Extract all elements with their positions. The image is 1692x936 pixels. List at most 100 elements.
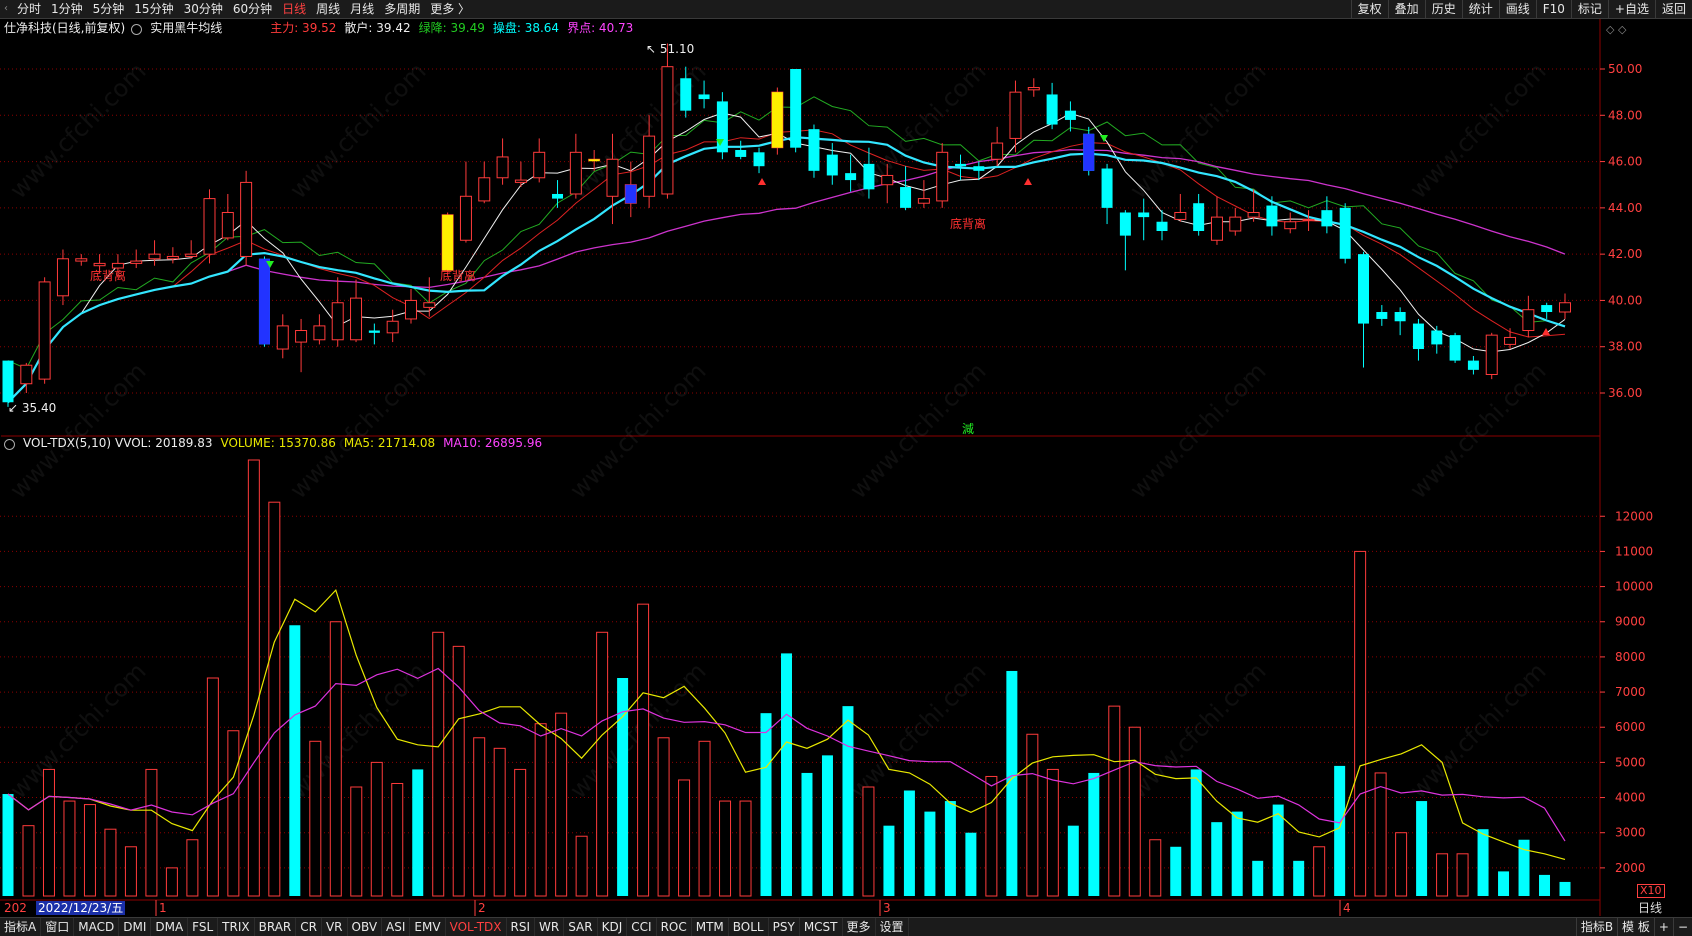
toolbar-button-3[interactable]: 统计 — [1461, 0, 1499, 18]
candle-up — [459, 195, 472, 241]
bottom-right-button-0[interactable]: 指标B — [1575, 918, 1617, 936]
bottom-right-button-3[interactable]: − — [1672, 918, 1692, 936]
candle-down — [1266, 205, 1278, 227]
candle-down — [1138, 212, 1150, 218]
candle-up — [221, 211, 234, 239]
indicator-tab-24[interactable]: 更多 — [843, 918, 876, 936]
indicator-tab-16[interactable]: SAR — [564, 918, 598, 936]
year-prefix-label: 202 — [4, 901, 27, 915]
indicator-tab-21[interactable]: BOLL — [729, 918, 769, 936]
period-tab-8[interactable]: 月线 — [345, 0, 379, 18]
period-tab-0[interactable]: 分时 — [12, 0, 46, 18]
indicator-tab-12[interactable]: EMV — [410, 918, 446, 936]
candle-up — [514, 179, 527, 183]
volume-bar-up — [1456, 853, 1469, 897]
volume-axis-label: 11000 — [1615, 544, 1653, 558]
period-tab-10[interactable]: 更多 〉 — [425, 0, 475, 18]
toolbar-button-1[interactable]: 叠加 — [1387, 0, 1425, 18]
toolbar-button-2[interactable]: 历史 — [1424, 0, 1462, 18]
period-tab-6[interactable]: 日线 — [277, 0, 311, 18]
volume-bar-down — [1272, 804, 1284, 896]
candle-up — [240, 181, 253, 257]
vol-indicator-name[interactable]: VOL-TDX(5,10) — [23, 434, 111, 452]
indicator-tab-4[interactable]: DMA — [151, 918, 189, 936]
toolbar-button-8[interactable]: 返回 — [1654, 0, 1692, 18]
reduce-label: 減 — [962, 421, 974, 436]
toolbar-button-4[interactable]: 画线 — [1498, 0, 1536, 18]
indicator-tab-18[interactable]: CCI — [627, 918, 657, 936]
x10-multiplier[interactable]: X10 — [1637, 884, 1665, 898]
volume-bar-up — [186, 839, 199, 897]
indicator-tab-3[interactable]: DMI — [119, 918, 152, 936]
candle-up — [991, 142, 1004, 160]
toolbar-button-7[interactable]: +自选 — [1607, 0, 1655, 18]
collapse-icon[interactable]: ‹ — [0, 0, 12, 18]
indicator-gear-icon[interactable] — [131, 23, 143, 35]
indicator-tab-13[interactable]: VOL-TDX — [446, 918, 507, 936]
volume-bar-up — [1436, 853, 1449, 897]
indicator-tab-6[interactable]: TRIX — [218, 918, 255, 936]
indicator-tab-1[interactable]: 窗口 — [41, 918, 75, 936]
volume-bar-down — [903, 790, 915, 896]
toolbar-button-5[interactable]: F10 — [1535, 0, 1571, 18]
candle-up — [533, 151, 546, 179]
indicator-tab-17[interactable]: KDJ — [598, 918, 628, 936]
indicator-tab-7[interactable]: BRAR — [255, 918, 297, 936]
indicator-tab-10[interactable]: OBV — [348, 918, 383, 936]
indicator-tab-14[interactable]: RSI — [507, 918, 536, 936]
period-tab-2[interactable]: 5分钟 — [88, 0, 130, 18]
indicator-tab-8[interactable]: CR — [296, 918, 322, 936]
indicator-name[interactable]: 实用黑牛均线 — [150, 19, 222, 37]
candle-up — [166, 255, 179, 260]
period-tab-3[interactable]: 15分钟 — [129, 0, 178, 18]
indicator-tab-5[interactable]: FSL — [188, 918, 219, 936]
zhuli-value: 主力: 39.52 — [270, 21, 337, 35]
candle-down — [955, 163, 967, 167]
period-tab-4[interactable]: 30分钟 — [179, 0, 228, 18]
indicator-tab-11[interactable]: ASI — [382, 918, 411, 936]
volume-info-line: VOL-TDX(5,10) VVOL: 20189.83 VOLUME: 153… — [4, 434, 550, 452]
indicator-tab-2[interactable]: MACD — [74, 918, 120, 936]
volume-bar-down — [781, 653, 792, 896]
candle-up — [1247, 211, 1260, 218]
volume-bar-down — [1170, 846, 1182, 896]
indicator-tab-23[interactable]: MCST — [800, 918, 843, 936]
period-mode-label[interactable]: 日线 — [1638, 901, 1662, 915]
volume-bar-down — [760, 713, 772, 896]
collapse-indicator-icon[interactable] — [4, 438, 15, 450]
volume-bar-up — [1128, 726, 1141, 897]
candle-down — [845, 173, 857, 181]
indicator-tab-22[interactable]: PSY — [769, 918, 800, 936]
indicator-tab-9[interactable]: VR — [322, 918, 348, 936]
toolbar-button-6[interactable]: 标记 — [1570, 0, 1608, 18]
indicator-tab-15[interactable]: WR — [535, 918, 565, 936]
candle-up — [203, 198, 216, 255]
signal-arrow — [1024, 178, 1032, 185]
top-right-buttons: 复权 叠加 历史 统计 画线 F10 标记 +自选 返回 — [1350, 0, 1692, 18]
candle-up — [1284, 221, 1297, 230]
candle-down — [753, 152, 765, 167]
period-tab-7[interactable]: 周线 — [311, 0, 345, 18]
candle-up — [936, 151, 949, 202]
volume-bar-up — [63, 800, 76, 897]
period-tab-5[interactable]: 60分钟 — [228, 0, 277, 18]
indicator-tab-0[interactable]: 指标A — [0, 918, 42, 936]
bottom-right-button-1[interactable]: 模 板 — [1617, 918, 1654, 936]
indicator-tab-19[interactable]: ROC — [657, 918, 692, 936]
volume-bar-up — [698, 740, 711, 897]
volume-bar-down — [1477, 829, 1489, 896]
bottom-right-button-2[interactable]: + — [1653, 918, 1673, 936]
stock-chart-canvas[interactable]: 50.00 48.00 46.00 44.00 42.00 40.00 38.00 36.00… — [0, 0, 1692, 935]
volume-bar-up — [637, 603, 650, 897]
indicator-tab-25[interactable]: 设置 — [876, 918, 909, 936]
low-price-label: ↙ 35.40 — [8, 401, 56, 415]
candle-down — [900, 187, 912, 208]
toolbar-button-0[interactable]: 复权 — [1350, 0, 1388, 18]
period-tab-1[interactable]: 1分钟 — [46, 0, 88, 18]
candle-up — [20, 364, 33, 385]
indicator-tab-20[interactable]: MTM — [692, 918, 729, 936]
candle-up — [1174, 211, 1187, 220]
candle-down — [1467, 360, 1479, 370]
volume-bar-down — [1559, 881, 1571, 896]
period-tab-9[interactable]: 多周期 — [379, 0, 425, 18]
